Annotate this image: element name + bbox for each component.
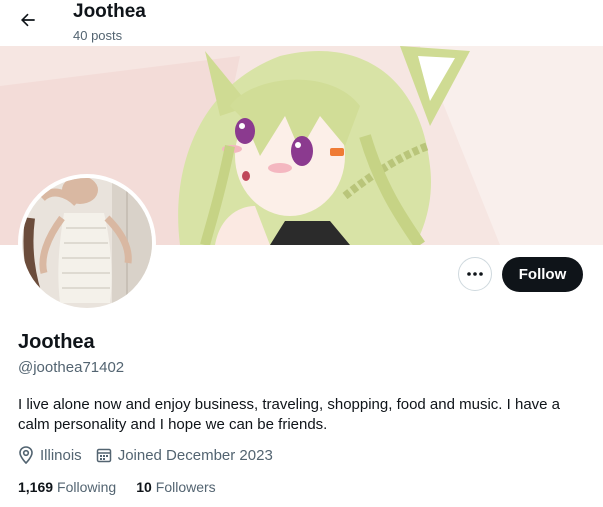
followers-count: 10 — [136, 479, 152, 495]
following-count: 1,169 — [18, 479, 54, 495]
profile-handle: @joothea71402 — [18, 359, 125, 376]
follow-stats: 1,169 Following 10 Followers — [18, 479, 236, 495]
location-text: Illinois — [40, 446, 82, 464]
location-item: Illinois — [18, 446, 82, 464]
header-posts-count: 40 posts — [73, 28, 123, 43]
back-button[interactable] — [14, 6, 42, 34]
followers-link[interactable]: 10 Followers — [136, 479, 215, 495]
profile-bio: I live alone now and enjoy business, tra… — [18, 396, 561, 433]
more-dots-icon — [467, 272, 483, 276]
avatar-image — [22, 178, 152, 308]
following-label: Following — [57, 479, 117, 495]
avatar[interactable] — [18, 174, 156, 312]
following-link[interactable]: 1,169 Following — [18, 479, 116, 495]
followers-label: Followers — [155, 479, 216, 495]
top-bar: Joothea 40 posts — [0, 0, 603, 46]
header-title: Joothea — [73, 1, 146, 22]
more-options-button[interactable] — [458, 257, 492, 291]
location-pin-icon — [19, 446, 33, 464]
joined-item: Joined December 2023 — [96, 447, 273, 464]
follow-button[interactable]: Follow — [502, 257, 583, 292]
joined-text: Joined December 2023 — [117, 446, 273, 464]
profile-meta: Illinois Joined December 2023 — [18, 446, 287, 464]
calendar-icon — [96, 448, 111, 463]
arrow-left-icon — [21, 13, 35, 27]
profile-display-name: Joothea — [18, 331, 95, 353]
